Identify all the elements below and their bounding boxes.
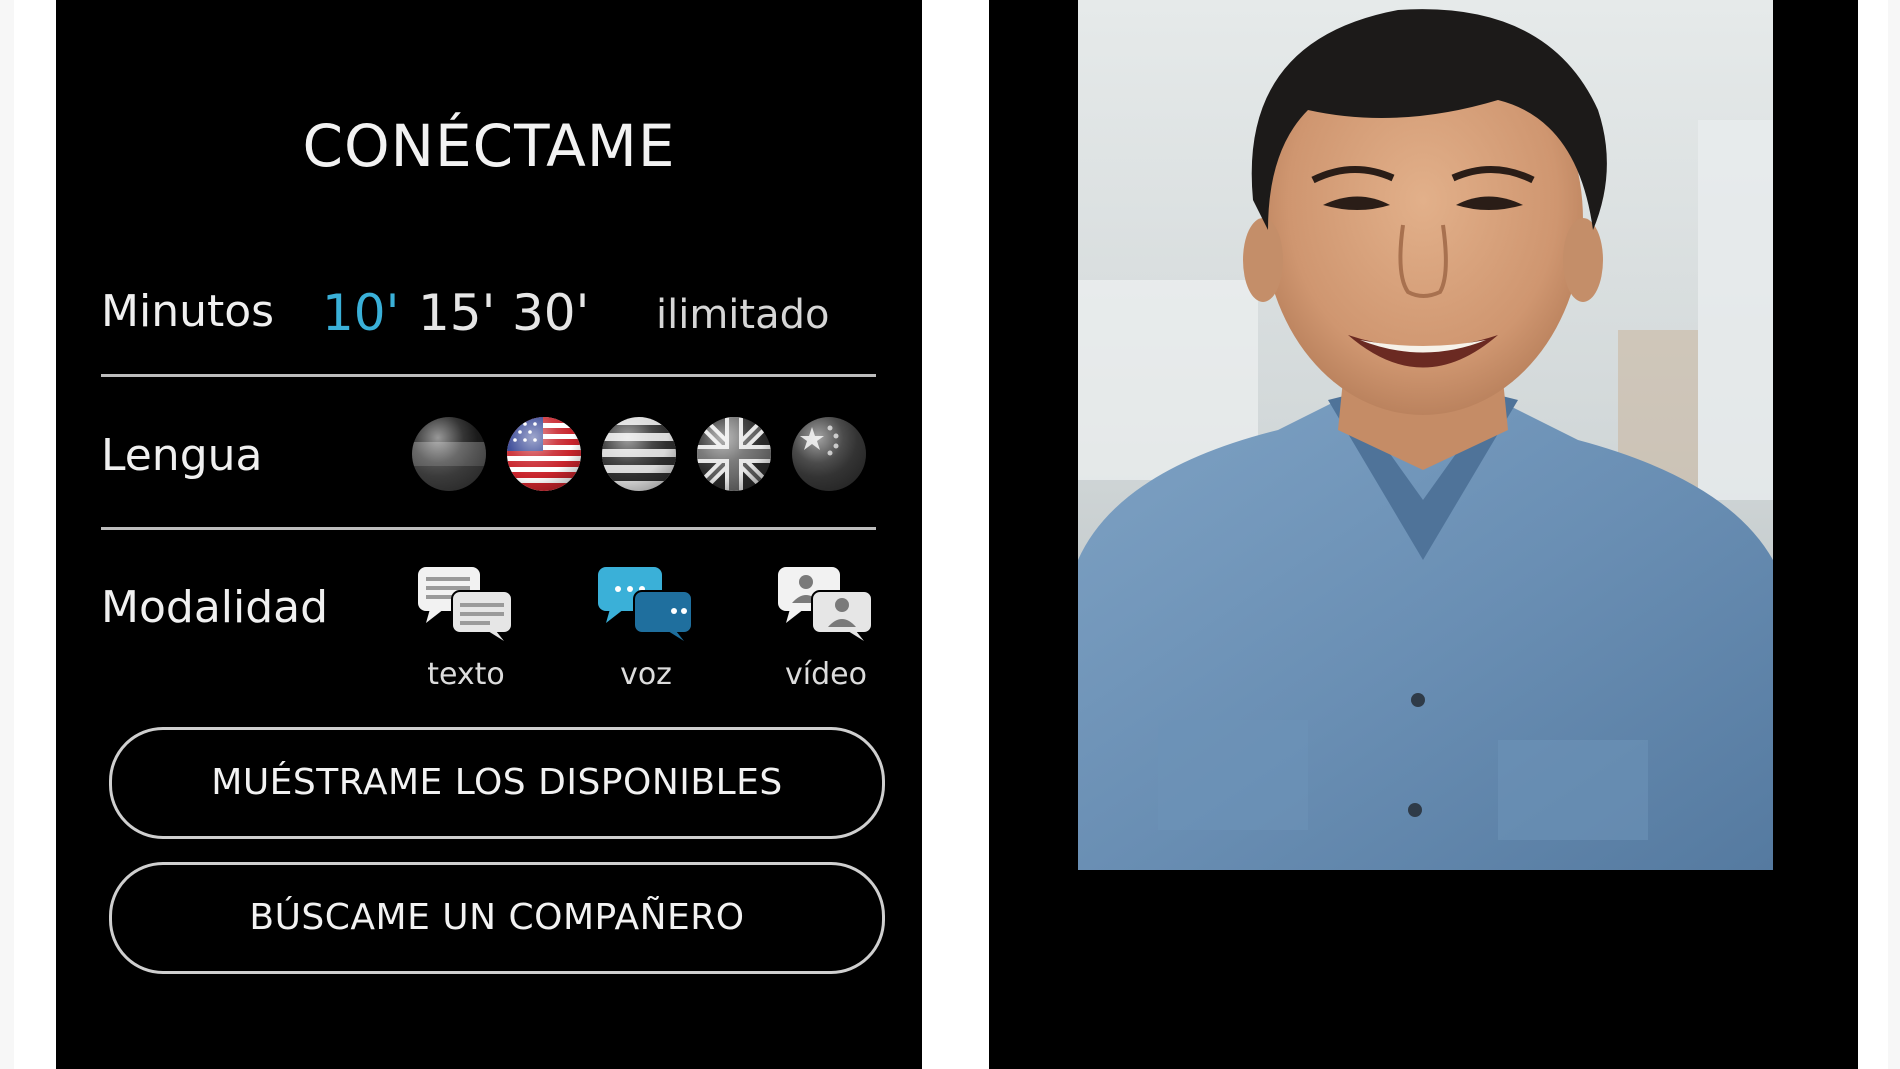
partner-video-feed	[1078, 0, 1773, 870]
video-chat-icon	[778, 567, 873, 641]
minutes-label: Minutos	[101, 286, 275, 337]
find-partner-button[interactable]: BÚSCAME UN COMPAÑERO	[109, 862, 885, 974]
partner-photo	[1078, 0, 1773, 870]
china-flag-icon[interactable]	[792, 417, 866, 491]
text-chat-icon	[418, 567, 513, 641]
settings-screen: CONÉCTAME Minutos 10' 15' 30' ilimitado …	[56, 0, 922, 1069]
language-label: Lengua	[101, 430, 263, 481]
divider	[101, 527, 876, 530]
page-title: CONÉCTAME	[302, 112, 676, 180]
screenshot-stage: CONÉCTAME Minutos 10' 15' 30' ilimitado …	[0, 0, 1900, 1069]
voice-chat-icon	[598, 567, 693, 641]
show-available-button[interactable]: MUÉSTRAME LOS DISPONIBLES	[109, 727, 885, 839]
modality-text-button[interactable]: texto	[396, 565, 536, 692]
minutes-option-30[interactable]: 30'	[512, 284, 589, 342]
modality-video-label: vídeo	[785, 657, 867, 692]
minutes-option-unlimited[interactable]: ilimitado	[656, 292, 829, 338]
minutes-option-10[interactable]: 10'	[322, 284, 399, 342]
modality-text-label: texto	[427, 657, 505, 692]
background-strip	[14, 0, 56, 1069]
germany-flag-icon[interactable]	[412, 417, 486, 491]
divider	[101, 374, 876, 377]
modality-video-button[interactable]: vídeo	[756, 565, 896, 692]
modality-voice-button[interactable]: voz	[576, 565, 716, 692]
video-call-screen	[989, 0, 1858, 1069]
modality-voice-label: voz	[620, 657, 672, 692]
flag-icon[interactable]	[602, 417, 676, 491]
background-strip	[922, 0, 989, 1069]
modality-label: Modalidad	[101, 582, 329, 633]
usa-flag-icon[interactable]	[507, 417, 581, 491]
background-strip	[1858, 0, 1888, 1069]
minutes-option-15[interactable]: 15'	[418, 284, 495, 342]
uk-flag-icon[interactable]	[697, 417, 771, 491]
